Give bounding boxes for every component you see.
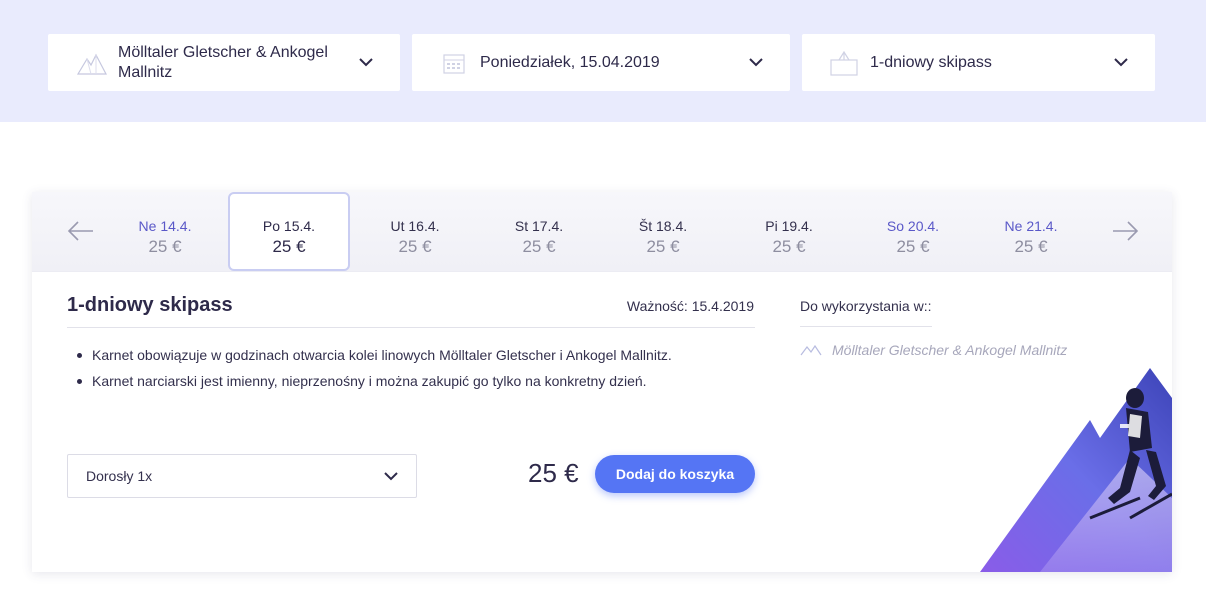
pass-rules-list: Karnet obowiązuje w godzinach otwarcia k… (74, 342, 754, 394)
day-item[interactable]: Št 18.4. 25 € (602, 192, 724, 271)
day-strip: Ne 14.4. 25 € Po 15.4. 25 € Ut 16.4. 25 … (32, 192, 1172, 272)
day-label: Ut 16.4. (390, 218, 440, 234)
quantity-select-value: Dorosły 1x (86, 468, 153, 484)
day-price: 25 € (522, 237, 556, 256)
validity-date: Ważność: 15.4.2019 (626, 298, 754, 314)
pass-rule: Karnet obowiązuje w godzinach otwarcia k… (74, 342, 754, 368)
pass-title: 1-dniowy skipass (67, 294, 233, 316)
resort-select[interactable]: Mölltaler Gletscher & Ankogel Mallnitz (48, 34, 400, 91)
day-label: Ne 21.4. (1004, 218, 1058, 234)
arrow-right-icon[interactable] (1110, 218, 1140, 244)
day-price: 25 € (1014, 237, 1048, 256)
day-item[interactable]: Ne 21.4. 25 € (970, 192, 1092, 271)
calendar-icon (434, 52, 474, 74)
chevron-down-icon (366, 471, 416, 481)
day-price: 25 € (646, 237, 680, 256)
day-label: Ne 14.4. (138, 218, 192, 234)
filter-bar: Mölltaler Gletscher & Ankogel Mallnitz P… (0, 0, 1206, 122)
day-label: So 20.4. (886, 218, 940, 234)
day-item[interactable]: St 17.4. 25 € (478, 192, 600, 271)
ticket-icon (824, 50, 864, 76)
add-to-cart-button[interactable]: Dodaj do koszyka (595, 455, 755, 493)
day-item[interactable]: Ut 16.4. 25 € (354, 192, 476, 271)
day-price: 25 € (272, 237, 306, 256)
day-label: Pi 19.4. (765, 218, 813, 234)
day-item[interactable]: Pi 19.4. 25 € (728, 192, 850, 271)
resort-select-value: Mölltaler Gletscher & Ankogel Mallnitz (118, 43, 328, 81)
skier-promo-image (980, 368, 1172, 572)
divider (67, 327, 755, 328)
quantity-select[interactable]: Dorosły 1x (67, 454, 417, 498)
day-item[interactable]: Ne 14.4. 25 € (104, 192, 226, 271)
chevron-down-icon (1101, 58, 1141, 67)
usage-place-name: Mölltaler Gletscher & Ankogel Mallnitz (832, 342, 1068, 358)
mountain-icon (72, 51, 112, 75)
usage-label: Do wykorzystania w:: (800, 298, 932, 314)
pass-rule: Karnet narciarski jest imienny, nieprzen… (74, 368, 754, 394)
arrow-left-icon[interactable] (66, 218, 96, 244)
date-select-value: Poniedziałek, 15.04.2019 (480, 53, 660, 71)
usage-place: Mölltaler Gletscher & Ankogel Mallnitz (800, 342, 1067, 358)
day-label: Po 15.4. (262, 218, 316, 234)
day-price: 25 € (772, 237, 806, 256)
chevron-down-icon (346, 58, 386, 67)
day-item-selected[interactable]: Po 15.4. 25 € (228, 192, 350, 271)
day-price: 25 € (398, 237, 432, 256)
mountain-icon (800, 344, 822, 356)
divider (800, 326, 932, 327)
day-label: Št 18.4. (638, 218, 688, 234)
day-price: 25 € (148, 237, 182, 256)
pass-card: Ne 14.4. 25 € Po 15.4. 25 € Ut 16.4. 25 … (32, 192, 1172, 572)
total-price: 25 € (528, 458, 579, 488)
pass-type-select[interactable]: 1-dniowy skipass (802, 34, 1155, 91)
pass-type-select-value: 1-dniowy skipass (870, 53, 992, 71)
day-label: St 17.4. (514, 218, 564, 234)
day-item[interactable]: So 20.4. 25 € (852, 192, 974, 271)
chevron-down-icon (736, 58, 776, 67)
date-select[interactable]: Poniedziałek, 15.04.2019 (412, 34, 790, 91)
day-price: 25 € (896, 237, 930, 256)
